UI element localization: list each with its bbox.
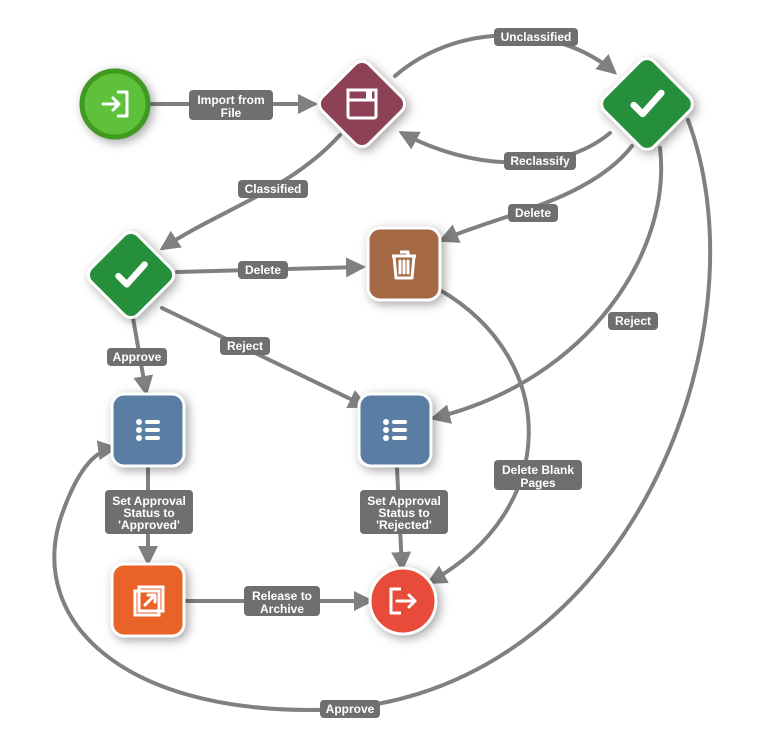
node-list-approved[interactable] xyxy=(112,394,184,466)
svg-text:Approve: Approve xyxy=(113,350,162,364)
edge-deleteblank xyxy=(430,290,529,582)
label-import: Import fromFile xyxy=(189,90,273,120)
svg-text:Reject: Reject xyxy=(227,339,263,353)
label-approve2: Approve xyxy=(320,700,380,718)
svg-text:Delete: Delete xyxy=(515,206,551,220)
svg-text:Classified: Classified xyxy=(245,182,302,196)
label-setrejected: Set ApprovalStatus to'Rejected' xyxy=(360,490,448,534)
edge-reject2 xyxy=(434,148,661,418)
label-reclassify: Reclassify xyxy=(504,152,576,170)
svg-text:Delete: Delete xyxy=(245,263,281,277)
label-delete2: Delete xyxy=(508,204,558,222)
label-setapproved: Set ApprovalStatus to'Approved' xyxy=(105,490,193,534)
label-delete1: Delete xyxy=(238,261,288,279)
node-list-rejected[interactable] xyxy=(359,394,431,466)
release-icon xyxy=(135,587,163,615)
node-start[interactable] xyxy=(82,71,148,137)
svg-text:Reclassify: Reclassify xyxy=(510,154,570,168)
label-unclassified: Unclassified xyxy=(494,28,578,46)
label-approve1: Approve xyxy=(107,348,167,366)
svg-text:Approve: Approve xyxy=(326,702,375,716)
list-icon xyxy=(136,419,160,441)
label-reject1: Reject xyxy=(220,337,270,355)
label-deleteblank: Delete BlankPages xyxy=(494,460,582,490)
node-end[interactable] xyxy=(370,568,436,634)
list-icon xyxy=(383,419,407,441)
node-release[interactable] xyxy=(112,564,184,636)
label-release: Release toArchive xyxy=(244,586,320,616)
svg-text:Reject: Reject xyxy=(615,314,651,328)
node-trash[interactable] xyxy=(368,228,440,300)
trash-icon xyxy=(392,252,416,278)
node-save[interactable] xyxy=(315,57,408,150)
svg-text:Unclassified: Unclassified xyxy=(501,30,572,44)
label-classified: Classified xyxy=(238,180,308,198)
svg-text:Release toArchive: Release toArchive xyxy=(252,589,312,616)
nodes xyxy=(82,55,696,636)
edge-reject1 xyxy=(162,308,365,406)
label-reject2: Reject xyxy=(608,312,658,330)
